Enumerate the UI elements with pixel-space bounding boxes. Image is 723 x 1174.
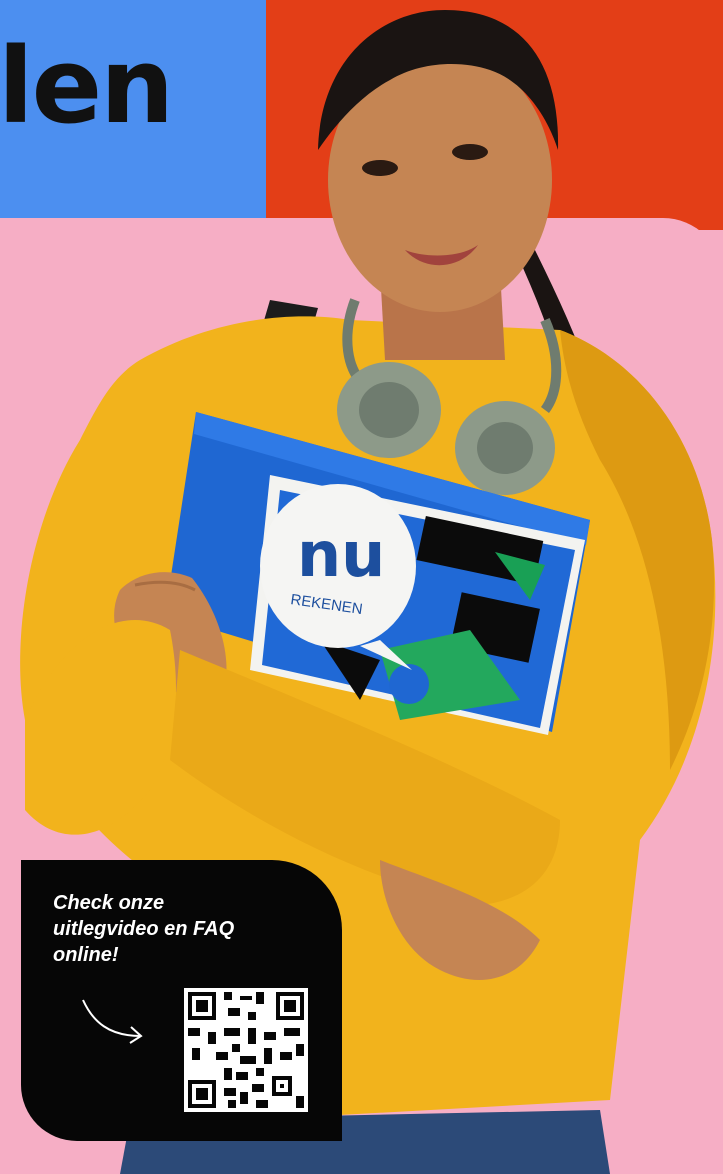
qr-card-text: Check onze uitlegvideo en FAQ online! bbox=[53, 892, 235, 966]
qr-code-icon[interactable] bbox=[184, 988, 308, 1112]
curved-arrow-icon bbox=[82, 999, 143, 1044]
qr-card[interactable]: Check onze uitlegvideo en FAQ online! bbox=[21, 860, 342, 1141]
book-brand-mark: nu bbox=[297, 518, 385, 591]
